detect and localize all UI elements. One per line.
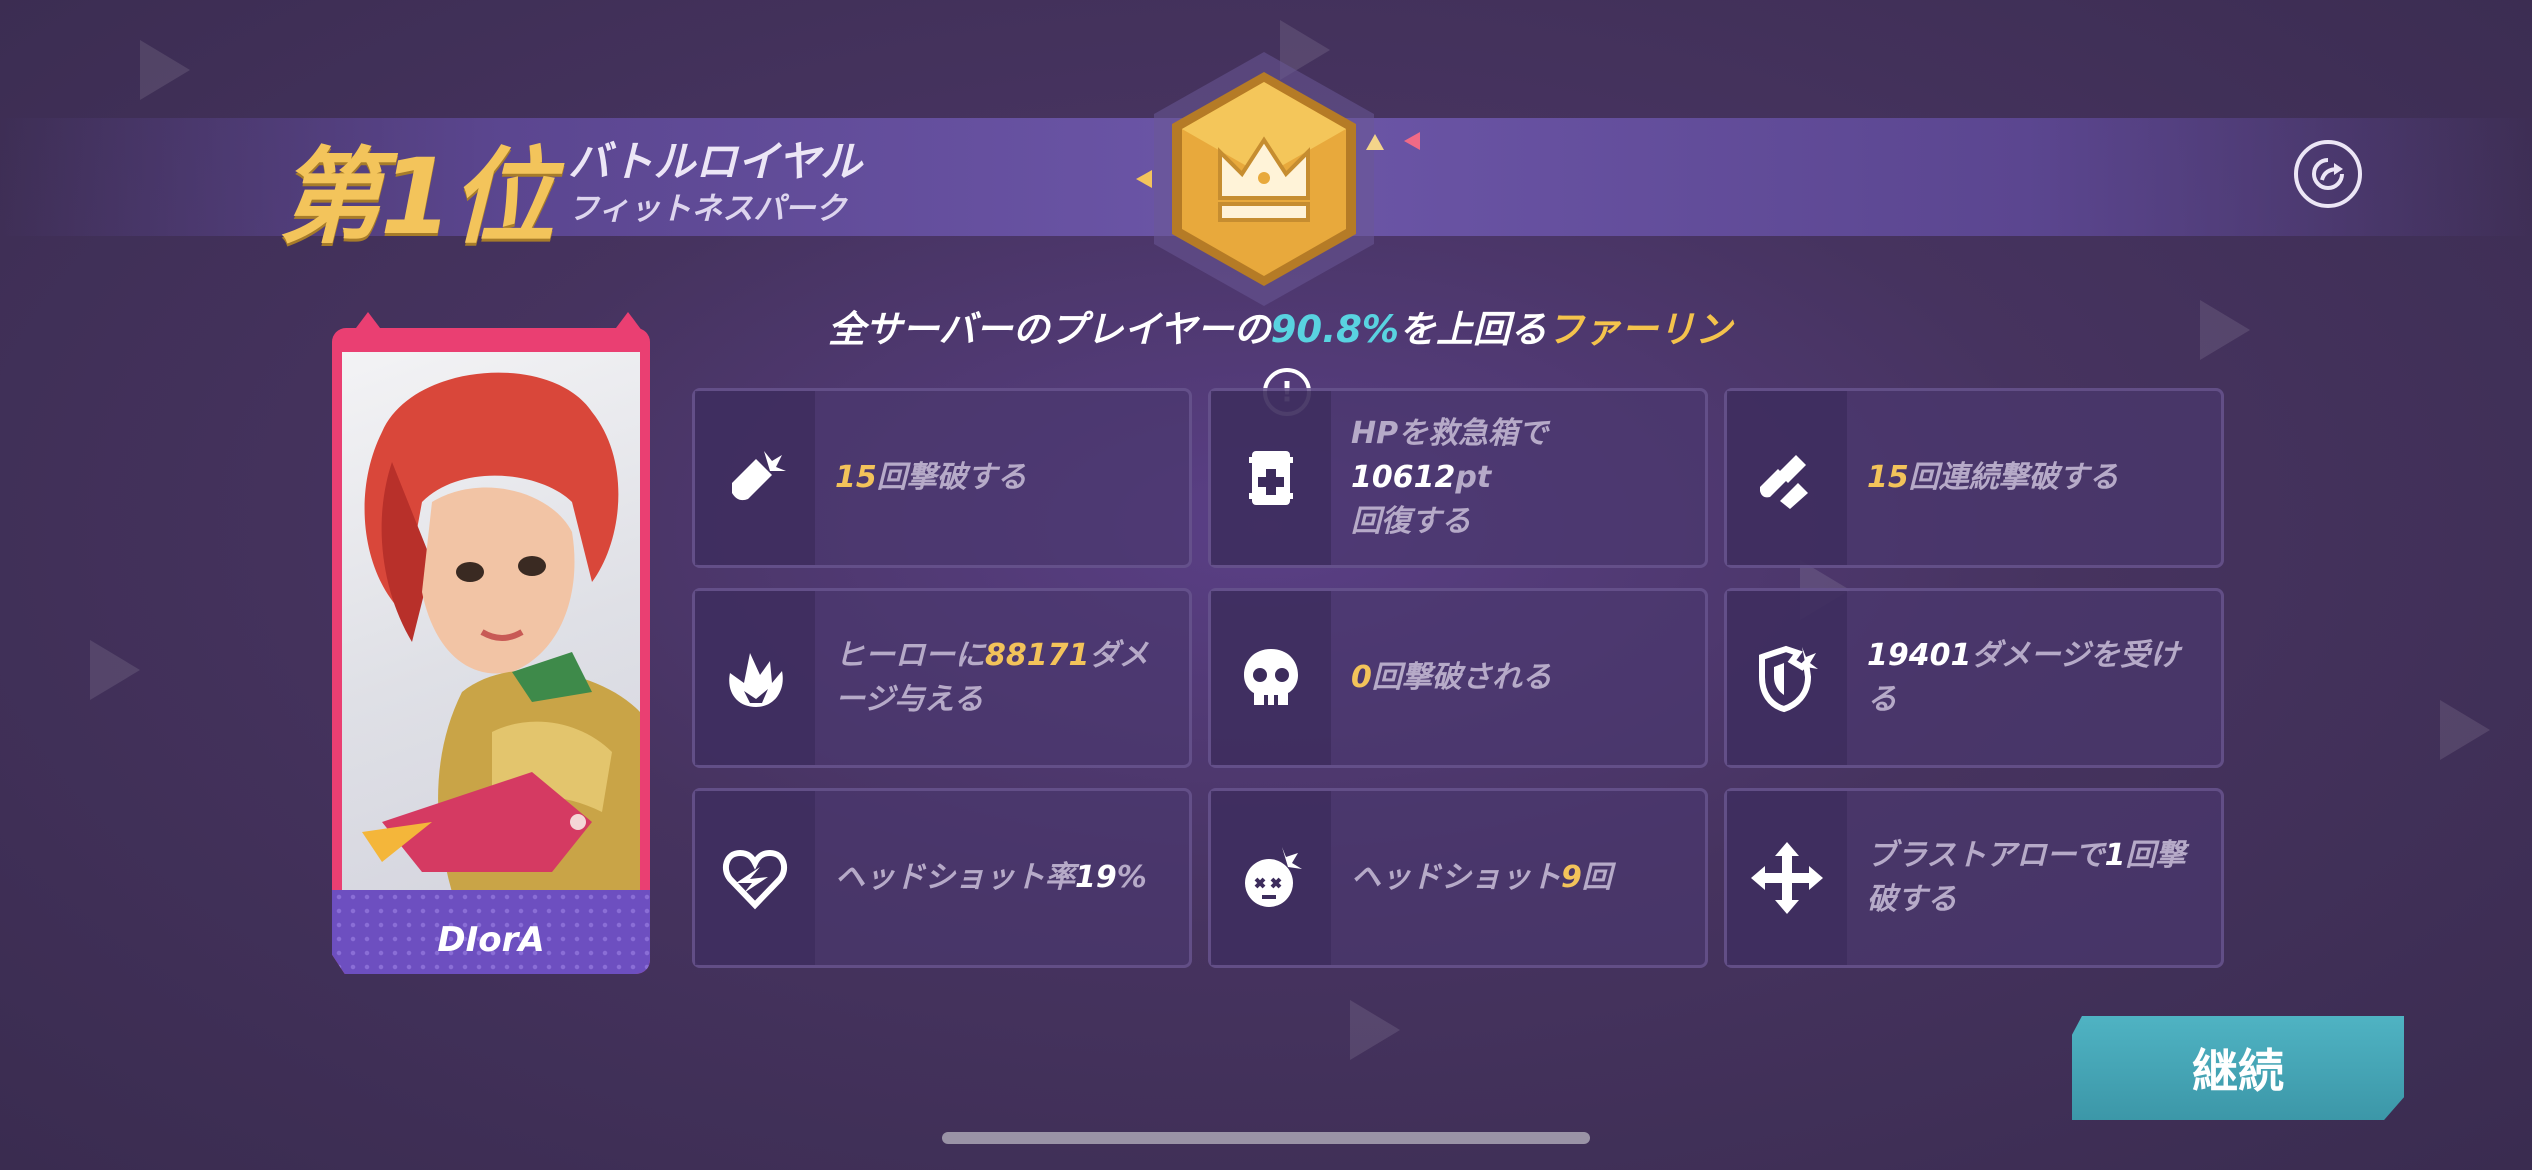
- home-indicator[interactable]: [942, 1132, 1590, 1144]
- share-icon: [2312, 158, 2344, 190]
- decor-triangle: [1366, 134, 1384, 150]
- tagline-prefix: 全サーバーのプレイヤーの: [828, 308, 1271, 351]
- hero-card[interactable]: DIorA: [332, 328, 650, 974]
- stat-heal: HPを救急箱で10612pt 回復する: [1208, 388, 1708, 568]
- skull-icon: [1244, 649, 1298, 705]
- rank-label: 第1位: [278, 136, 554, 258]
- hero-portrait: [342, 352, 640, 892]
- stat-headshots: ヘッドショット9回: [1208, 788, 1708, 968]
- stat-hero-damage: ヒーローに88171ダメージ与える: [692, 588, 1192, 768]
- share-button[interactable]: [2294, 140, 2362, 208]
- shield-hit-icon: [1759, 645, 1818, 713]
- mode-title: バトルロイヤル: [568, 137, 863, 186]
- map-name: フィットネスパーク: [568, 191, 847, 227]
- hero-family-name: ファーリン: [1546, 308, 1732, 351]
- stat-deaths: 0回撃破される: [1208, 588, 1708, 768]
- stat-headshot-rate: ヘッドショット率19%: [692, 788, 1192, 968]
- stat-damage-taken: 19401ダメージを受ける: [1724, 588, 2224, 768]
- decor-triangle: [1136, 170, 1152, 188]
- flame-damage-icon: [729, 653, 783, 707]
- headshot-icon: [1245, 847, 1302, 907]
- multi-bullet-icon: [1760, 455, 1808, 509]
- decor-triangle: [1404, 132, 1420, 150]
- hero-name: DIorA: [437, 920, 545, 960]
- stat-streak: 15回連続撃破する: [1724, 388, 2224, 568]
- stat-blast-arrow: ブラストアローで1回撃破する: [1724, 788, 2224, 968]
- percentile-value: 90.8%: [1270, 308, 1399, 351]
- crown-rank-badge: [1154, 52, 1374, 306]
- tagline-middle: を上回る: [1398, 308, 1547, 351]
- continue-button[interactable]: 継続: [2072, 1016, 2404, 1120]
- medkit-icon: [1249, 451, 1293, 505]
- broken-heart-icon: [722, 849, 788, 910]
- arrows-cross-icon: [1751, 842, 1823, 914]
- bullet-kill-icon: [732, 451, 786, 501]
- ranking-tagline: 全サーバーのプレイヤーの90.8%を上回るファーリン!: [800, 300, 1760, 416]
- stat-kills: 15回撃破する: [692, 388, 1192, 568]
